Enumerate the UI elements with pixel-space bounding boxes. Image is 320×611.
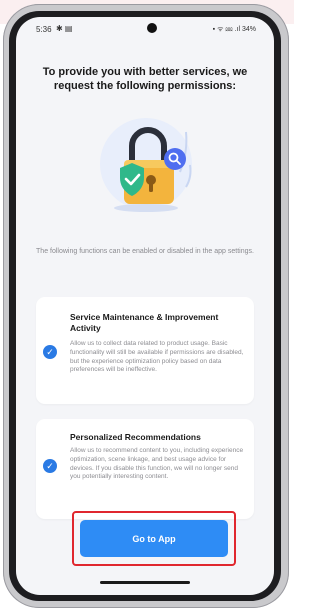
settings-note: The following functions can be enabled o… — [36, 248, 254, 255]
page-title: To provide you with better services, we … — [42, 66, 248, 92]
permission-card-service-maintenance: ✓ Service Maintenance & Improvement Acti… — [36, 297, 254, 404]
checkmark-icon[interactable]: ✓ — [43, 459, 57, 473]
permission-title: Personalized Recommendations — [70, 432, 201, 442]
checkmark-icon[interactable]: ✓ — [43, 345, 57, 359]
home-indicator[interactable] — [100, 581, 190, 584]
go-to-app-button[interactable]: Go to App — [80, 520, 228, 557]
permission-card-personalized-recommendations: ✓ Personalized Recommendations Allow us … — [36, 419, 254, 519]
status-bar: 5:36 ✱ ▤ ▪ ᯤ ⅏ .ıl 34% — [16, 17, 274, 41]
permission-description: Allow us to recommend content to you, in… — [70, 447, 244, 481]
permission-description: Allow us to collect data related to prod… — [70, 340, 244, 374]
permission-title: Service Maintenance & Improvement Activi… — [70, 312, 219, 333]
phone-screen: 5:36 ✱ ▤ ▪ ᯤ ⅏ .ıl 34% To provide you wi… — [16, 17, 274, 595]
status-right-icons: ▪ ᯤ ⅏ .ıl 34% — [212, 26, 256, 33]
notification-icons: ✱ ▤ — [56, 24, 73, 33]
status-time: 5:36 — [36, 25, 52, 34]
front-camera-icon — [147, 23, 157, 33]
lock-shield-search-illustration — [100, 118, 192, 212]
